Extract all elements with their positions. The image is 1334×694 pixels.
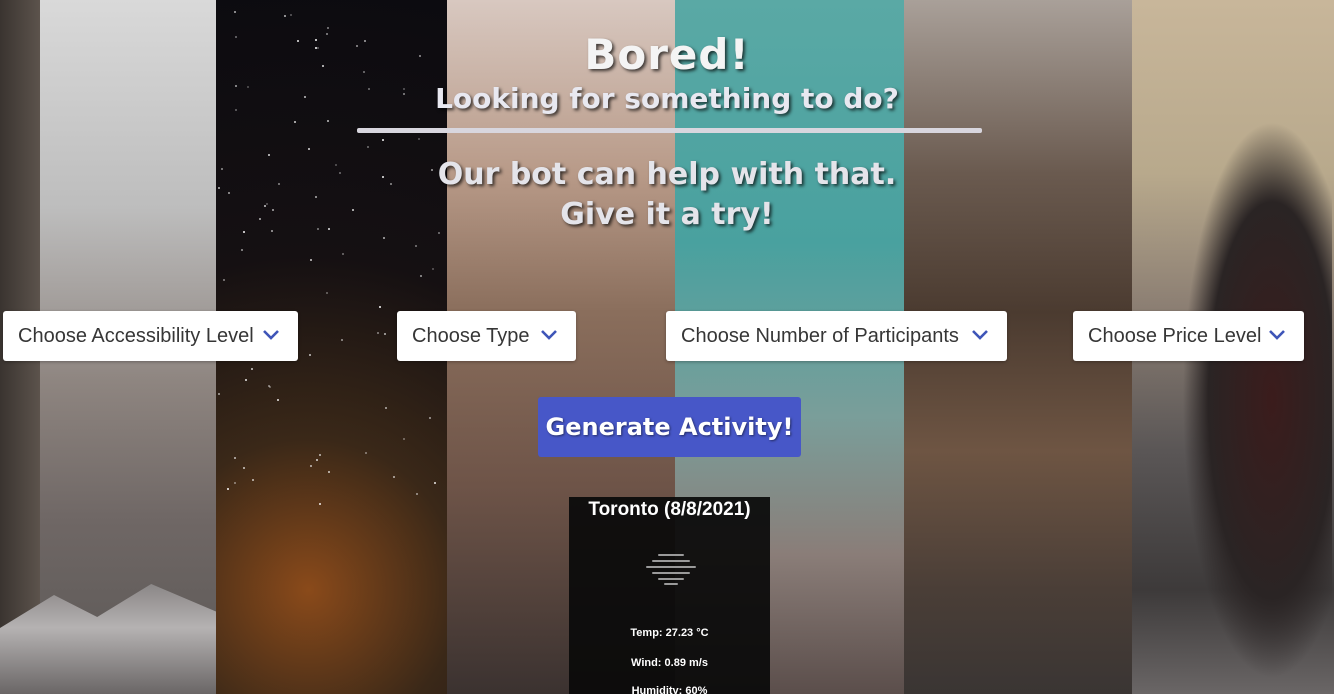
accessibility-select-label: Choose Accessibility Level: [18, 324, 254, 347]
chevron-down-icon: [263, 330, 279, 340]
star: [417, 137, 420, 140]
star: [419, 274, 422, 277]
page-subtitle: Looking for something to do?: [435, 82, 899, 115]
star: [309, 258, 312, 261]
tagline-line-2: Give it a try!: [560, 197, 774, 232]
star: [240, 248, 243, 251]
star: [414, 244, 417, 247]
star: [328, 471, 331, 474]
type-select[interactable]: Choose Type: [397, 311, 576, 361]
star: [326, 119, 329, 122]
star: [315, 458, 318, 461]
star: [308, 354, 311, 357]
star: [233, 457, 236, 459]
star: [393, 475, 396, 478]
title-divider: [357, 128, 982, 133]
fog-icon: [646, 554, 696, 585]
participants-select[interactable]: Choose Number of Participants: [666, 311, 1007, 361]
chevron-down-icon: [541, 330, 557, 340]
participants-select-label: Choose Number of Participants: [681, 324, 959, 347]
star: [244, 378, 247, 381]
star: [367, 146, 370, 149]
star: [378, 305, 381, 308]
star: [364, 452, 367, 455]
weather-city: Toronto (8/8/2021): [588, 499, 751, 520]
star: [293, 120, 296, 123]
weather-humidity: Humidity: 60%: [631, 685, 708, 694]
star: [318, 453, 321, 456]
tagline-line-1: Our bot can help with that.: [437, 157, 897, 192]
star: [381, 138, 384, 141]
star: [382, 237, 385, 240]
star: [384, 332, 387, 335]
star: [233, 481, 236, 484]
star: [227, 488, 230, 491]
chevron-down-icon: [972, 330, 988, 340]
star: [217, 393, 220, 396]
weather-temp: Temp: 27.23 °C: [630, 627, 709, 639]
star: [319, 502, 322, 505]
star: [250, 367, 253, 370]
tagline: Our bot can help with that. Give it a tr…: [0, 155, 1334, 235]
star: [384, 406, 387, 409]
star: [326, 291, 329, 294]
page-title: Bored!: [584, 30, 750, 79]
chevron-down-icon: [1269, 330, 1285, 340]
star: [377, 332, 380, 335]
price-select[interactable]: Choose Price Level: [1073, 311, 1304, 361]
star: [402, 438, 405, 441]
accessibility-select[interactable]: Choose Accessibility Level: [3, 311, 298, 361]
generate-activity-button[interactable]: Generate Activity!: [538, 397, 801, 457]
star: [308, 147, 311, 150]
star: [431, 267, 434, 270]
star: [415, 492, 418, 495]
star: [342, 253, 345, 256]
weather-wind: Wind: 0.89 m/s: [631, 657, 708, 669]
weather-card: Toronto (8/8/2021) Temp: 27.23 °C Wind: …: [569, 497, 770, 694]
star: [251, 478, 254, 481]
star: [290, 14, 293, 17]
star: [234, 10, 237, 13]
star: [284, 15, 287, 18]
star: [309, 464, 312, 467]
star: [428, 417, 431, 420]
star: [276, 398, 279, 401]
type-select-label: Choose Type: [412, 324, 530, 347]
star: [433, 481, 436, 484]
star: [243, 467, 246, 470]
price-select-label: Choose Price Level: [1088, 324, 1262, 347]
star: [340, 339, 343, 342]
star: [327, 27, 330, 30]
star: [222, 279, 225, 282]
